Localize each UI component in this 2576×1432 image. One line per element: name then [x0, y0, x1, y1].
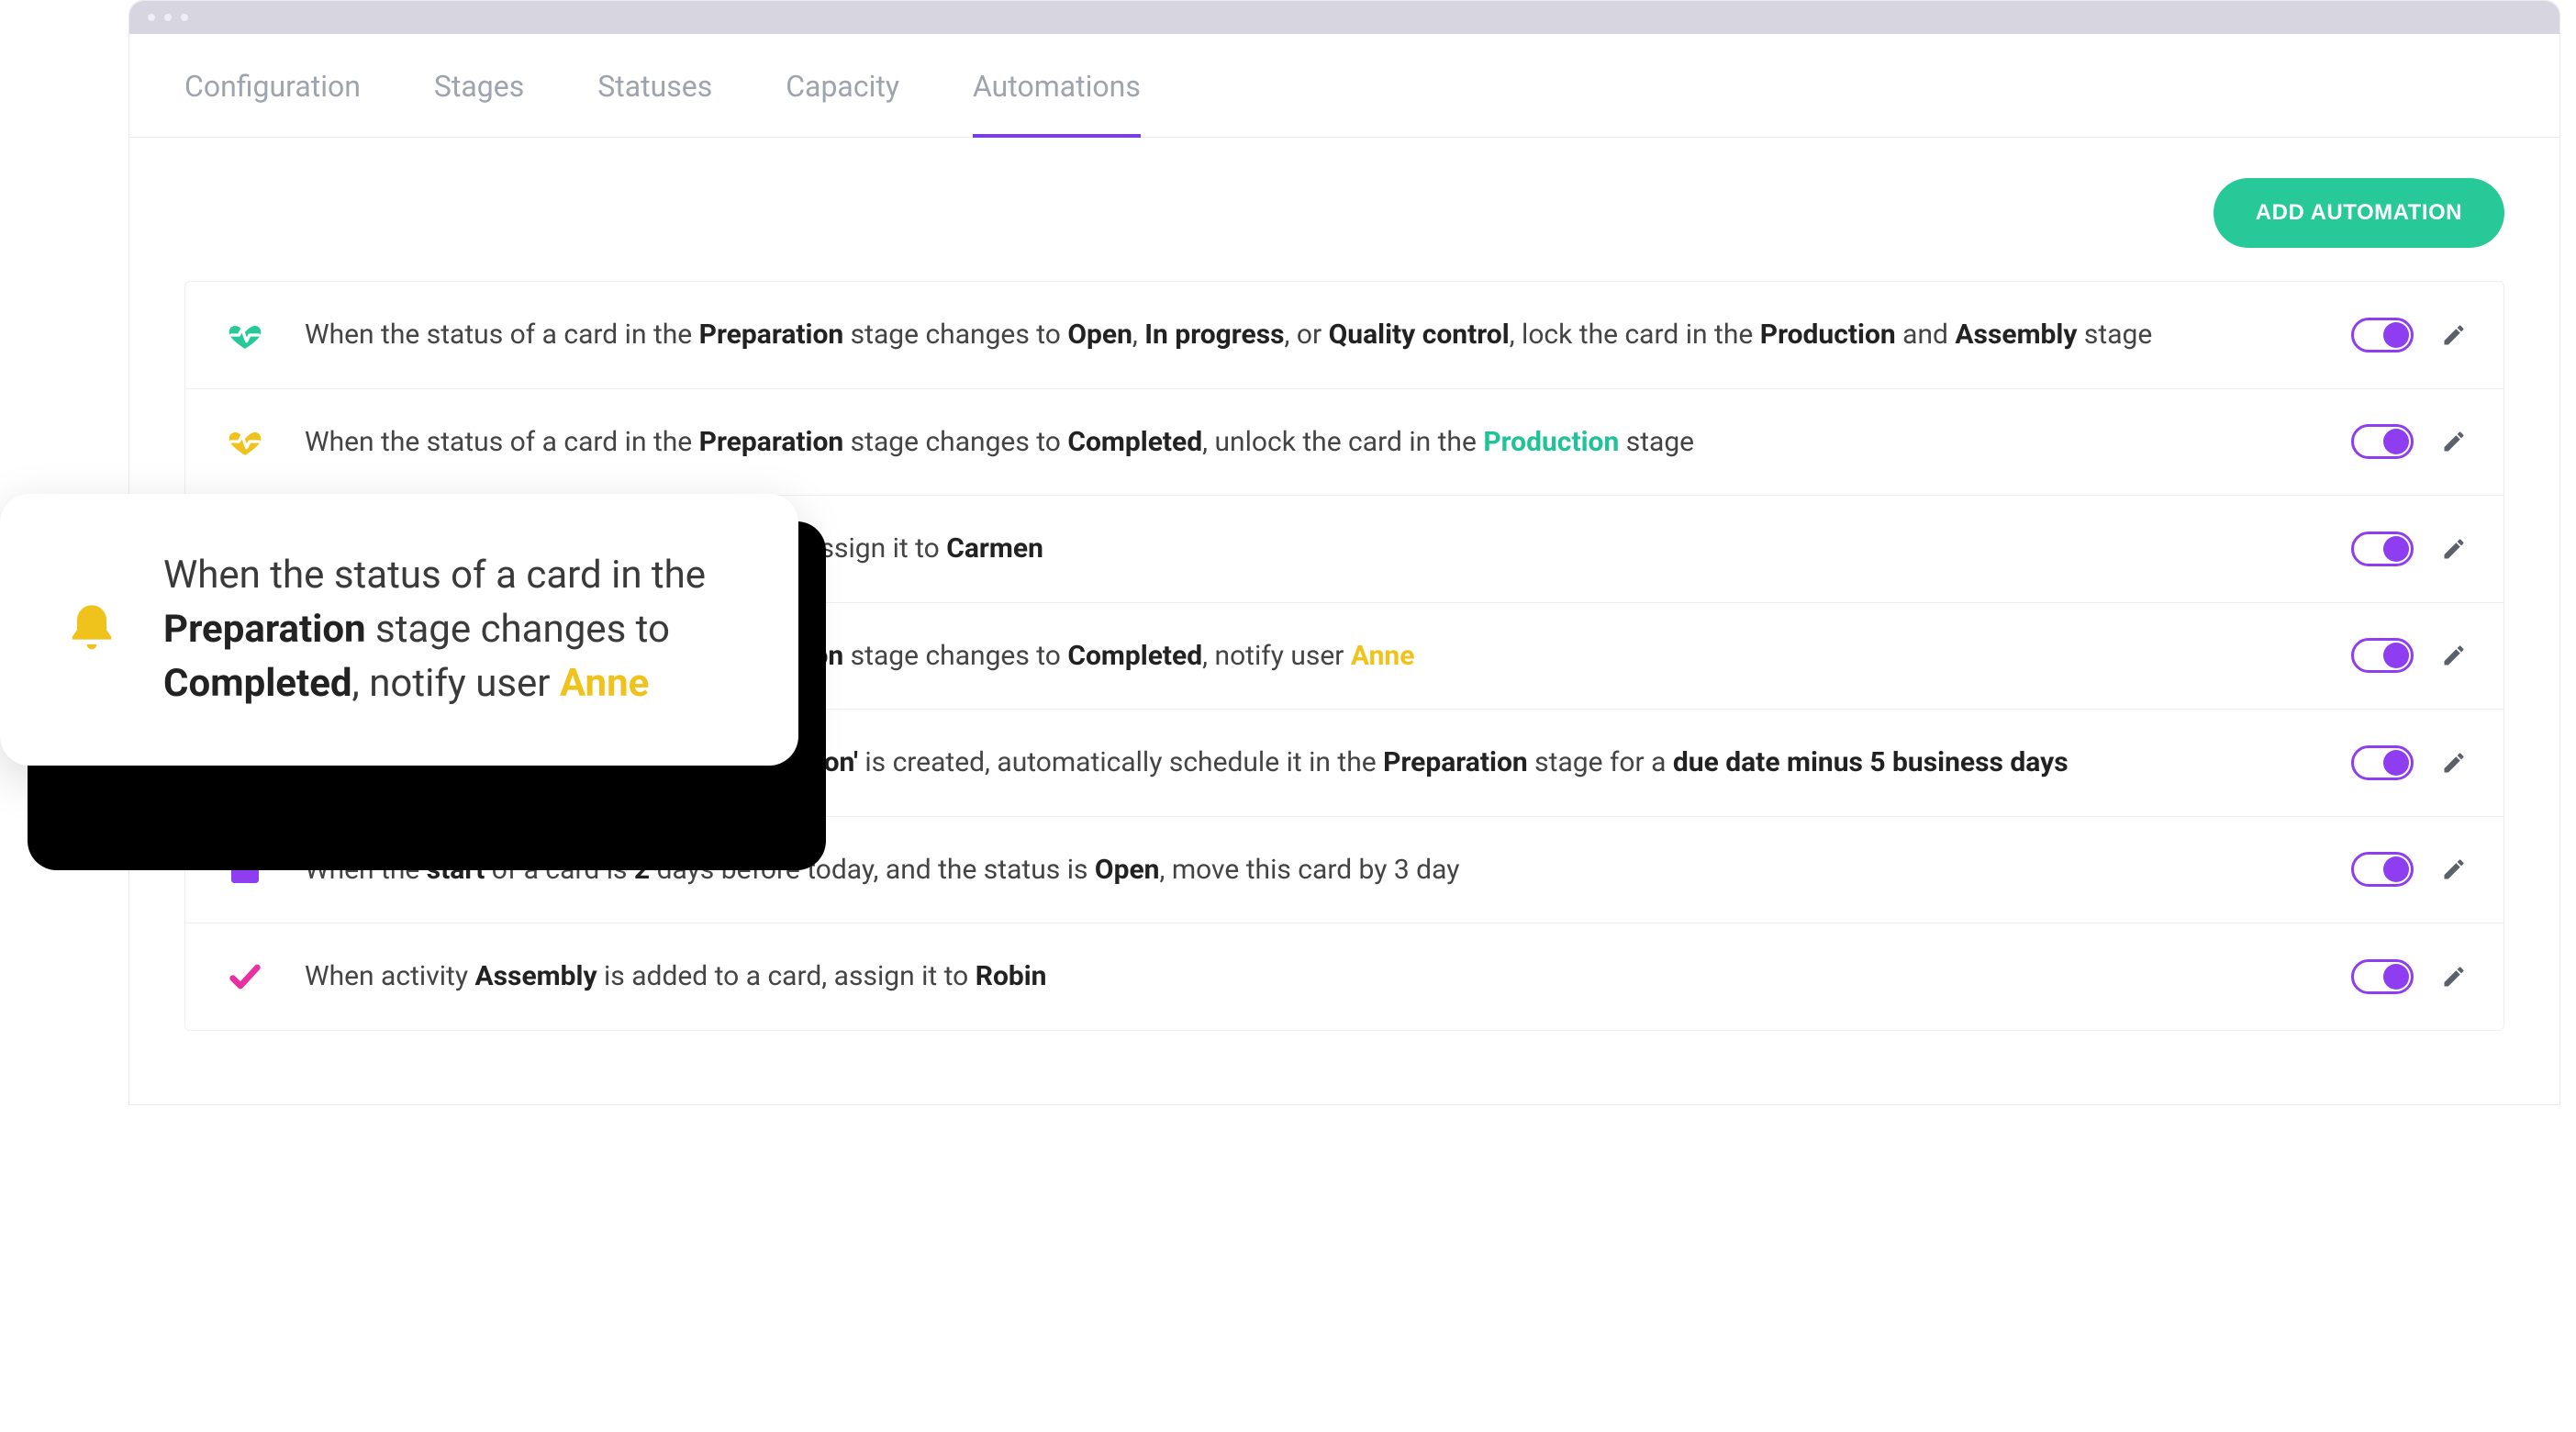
enable-toggle[interactable]	[2351, 638, 2414, 673]
tab-configuration[interactable]: Configuration	[184, 69, 361, 137]
tab-capacity[interactable]: Capacity	[786, 69, 899, 137]
tab-stages[interactable]: Stages	[434, 69, 524, 137]
edit-icon[interactable]	[2441, 964, 2467, 990]
row-controls	[2351, 531, 2467, 566]
edit-icon[interactable]	[2441, 536, 2467, 562]
window-titlebar	[129, 1, 2559, 34]
callout-popup: When the status of a card in the Prepara…	[0, 494, 798, 766]
automation-row: When the status of a card in the Prepara…	[185, 389, 2504, 497]
enable-toggle[interactable]	[2351, 531, 2414, 566]
tab-automations[interactable]: Automations	[973, 69, 1141, 137]
row-controls	[2351, 852, 2467, 887]
row-controls	[2351, 318, 2467, 352]
traffic-light-dot	[164, 14, 172, 21]
edit-icon[interactable]	[2441, 322, 2467, 348]
heartbeat-gold-icon	[222, 423, 268, 460]
edit-icon[interactable]	[2441, 643, 2467, 668]
edit-icon[interactable]	[2441, 856, 2467, 882]
row-controls	[2351, 424, 2467, 459]
enable-toggle[interactable]	[2351, 318, 2414, 352]
automation-description: When the status of a card in the Prepara…	[305, 422, 2314, 463]
enable-toggle[interactable]	[2351, 745, 2414, 780]
enable-toggle[interactable]	[2351, 852, 2414, 887]
heartbeat-icon	[222, 317, 268, 353]
edit-icon[interactable]	[2441, 429, 2467, 454]
traffic-light-dot	[181, 14, 188, 21]
add-automation-button[interactable]: ADD AUTOMATION	[2214, 178, 2504, 248]
automation-row: When the status of a card in the Prepara…	[185, 282, 2504, 389]
bell-gold-icon	[55, 600, 128, 659]
toolbar: ADD AUTOMATION	[184, 178, 2504, 248]
popup-text: When the status of a card in the Prepara…	[163, 549, 753, 710]
row-controls	[2351, 745, 2467, 780]
traffic-light-dot	[148, 14, 155, 21]
automation-row: When activity Assembly is added to a car…	[185, 923, 2504, 1030]
row-controls	[2351, 959, 2467, 994]
automation-description: When the status of a card in the Prepara…	[305, 315, 2314, 355]
tab-statuses[interactable]: Statuses	[597, 69, 712, 137]
automation-description: When activity Assembly is added to a car…	[305, 957, 2314, 997]
edit-icon[interactable]	[2441, 750, 2467, 776]
row-controls	[2351, 638, 2467, 673]
callout-popup-wrap: When the status of a card in the Prepara…	[0, 494, 798, 766]
enable-toggle[interactable]	[2351, 959, 2414, 994]
check-pink-icon	[222, 958, 268, 995]
tab-bar: Configuration Stages Statuses Capacity Autom…	[129, 34, 2559, 138]
enable-toggle[interactable]	[2351, 424, 2414, 459]
